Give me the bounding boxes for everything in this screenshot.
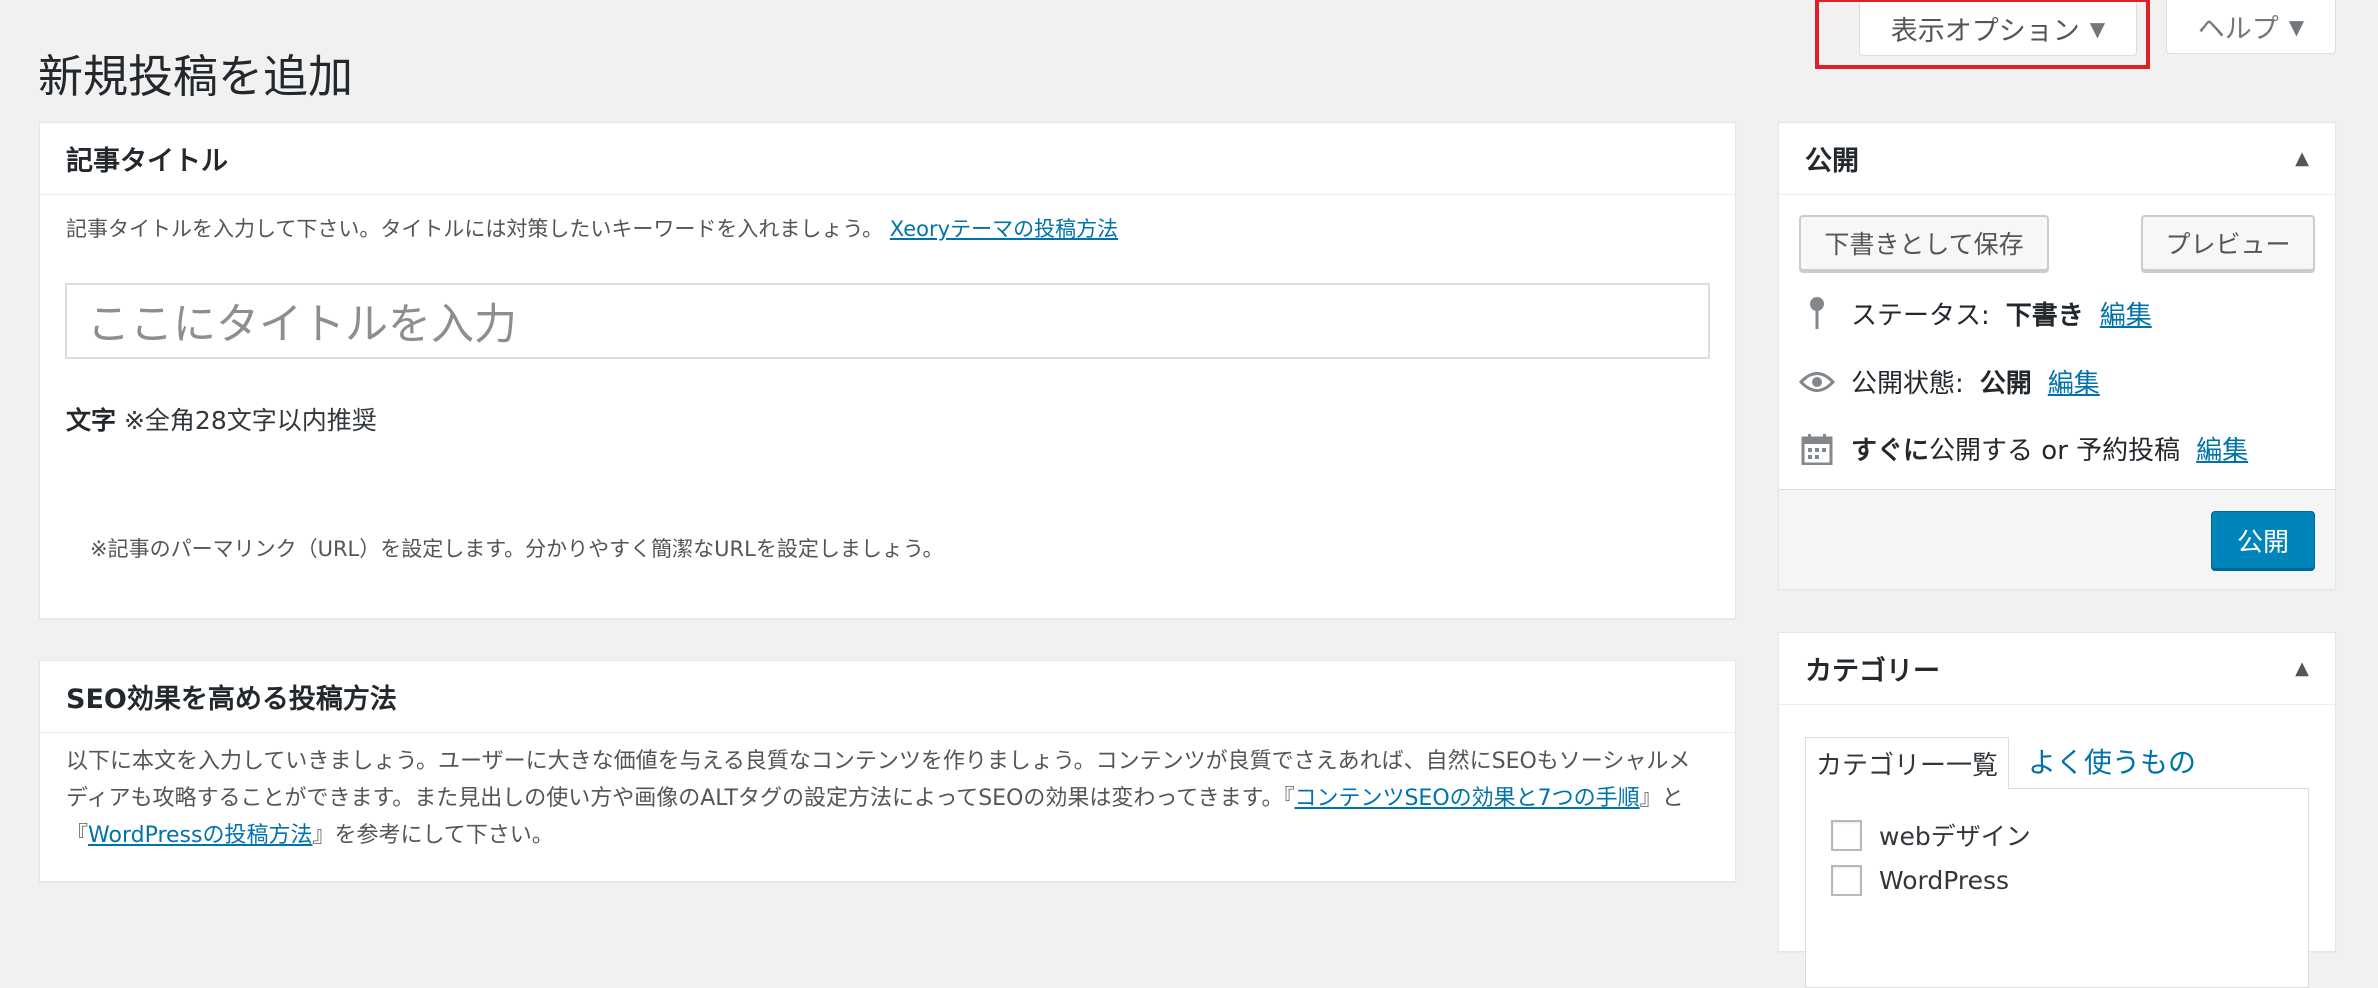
seo-description: 以下に本文を入力していきましょう。ユーザーに大きな価値を与える良質なコンテンツを…: [40, 733, 1735, 854]
category-postbox-header[interactable]: カテゴリー ▲: [1779, 633, 2335, 705]
pin-icon: [1799, 296, 1835, 331]
help-button[interactable]: ヘルプ ▼: [2166, 0, 2336, 54]
title-input[interactable]: ここにタイトルを入力: [65, 283, 1710, 359]
char-count-note: 文字 ※全角28文字以内推奨: [66, 401, 377, 437]
tab-popular-categories[interactable]: よく使うもの: [2028, 737, 2196, 785]
schedule-value: すぐに: [1851, 436, 1930, 466]
publish-postbox: 公開 ▲ 下書きとして保存 プレビュー ステータス: 下書き 編集 公開状態: …: [1778, 122, 2336, 590]
permalink-note: ※記事のパーマリンク（URL）を設定します。分かりやすく簡潔なURLを設定しまし…: [90, 537, 944, 561]
calendar-icon: [1799, 433, 1835, 465]
title-description: 記事タイトルを入力して下さい。タイトルには対策したいキーワードを入れましょう。 …: [40, 213, 1735, 243]
title-postbox-header[interactable]: 記事タイトル: [40, 123, 1735, 195]
char-note-text: ※全角28文字以内推奨: [123, 406, 377, 435]
status-label: ステータス:: [1851, 301, 1990, 331]
seo-postbox-header[interactable]: SEO効果を高める投稿方法: [40, 661, 1735, 733]
visibility-label: 公開状態:: [1851, 369, 1964, 399]
collapse-arrow-icon[interactable]: ▲: [2295, 148, 2309, 169]
category-label: WordPress: [1879, 866, 2010, 895]
visibility-row: 公開状態: 公開 編集: [1799, 363, 2100, 400]
category-label: webデザイン: [1879, 822, 2031, 851]
category-item[interactable]: webデザイン: [1831, 817, 2031, 853]
publish-footer: 公開: [1779, 489, 2335, 589]
category-postbox: カテゴリー ▲ カテゴリー一覧 よく使うもの webデザイン WordPress: [1778, 632, 2336, 988]
schedule-row: すぐに公開する or 予約投稿 編集: [1799, 430, 2248, 467]
visibility-value: 公開: [1979, 369, 2032, 399]
status-value: 下書き: [2005, 301, 2084, 331]
schedule-label: 公開する or 予約投稿: [1929, 436, 2181, 466]
title-input-placeholder: ここにタイトルを入力: [87, 300, 517, 350]
screen-options-highlight: 表示オプション ▼: [1815, 0, 2150, 69]
edit-schedule-link[interactable]: 編集: [2196, 430, 2248, 467]
seo-text-part3: 』を参考にして下さい。: [312, 823, 554, 848]
char-label: 文字: [66, 406, 117, 435]
publish-actions: 下書きとして保存 プレビュー: [1799, 215, 2315, 271]
caret-down-icon: ▼: [2288, 14, 2305, 39]
publish-postbox-heading: 公開: [1805, 146, 1859, 177]
title-postbox: 記事タイトル 記事タイトルを入力して下さい。タイトルには対策したいキーワードを入…: [39, 122, 1736, 619]
category-checkbox[interactable]: [1831, 865, 1862, 896]
category-checkbox[interactable]: [1831, 819, 1862, 851]
screen-options-label: 表示オプション: [1890, 16, 2080, 47]
screen-options-button[interactable]: 表示オプション ▼: [1859, 2, 2137, 56]
content-seo-link[interactable]: コンテンツSEOの効果と7つの手順: [1294, 786, 1639, 811]
xeory-howto-link[interactable]: Xeoryテーマの投稿方法: [890, 217, 1118, 241]
category-list: webデザイン WordPress: [1805, 788, 2309, 988]
title-description-text: 記事タイトルを入力して下さい。タイトルには対策したいキーワードを入れましょう。: [66, 217, 884, 241]
edit-status-link[interactable]: 編集: [2100, 295, 2152, 332]
preview-button[interactable]: プレビュー: [2141, 215, 2315, 271]
help-label: ヘルプ: [2197, 14, 2279, 45]
eye-icon: [1799, 371, 1835, 393]
caret-down-icon: ▼: [2089, 16, 2106, 41]
publish-postbox-header[interactable]: 公開 ▲: [1779, 123, 2335, 195]
category-tabs: カテゴリー一覧 よく使うもの: [1805, 737, 2309, 789]
wordpress-howto-link[interactable]: WordPressの投稿方法: [88, 823, 312, 848]
tab-all-categories[interactable]: カテゴリー一覧: [1805, 737, 2009, 789]
status-row: ステータス: 下書き 編集: [1799, 295, 2152, 332]
seo-postbox: SEO効果を高める投稿方法 以下に本文を入力していきましょう。ユーザーに大きな価…: [39, 660, 1736, 882]
screen-meta-links: 表示オプション ▼ ヘルプ ▼: [1815, 0, 2336, 69]
collapse-arrow-icon[interactable]: ▲: [2295, 658, 2309, 679]
edit-visibility-link[interactable]: 編集: [2048, 363, 2100, 400]
title-postbox-heading: 記事タイトル: [66, 146, 228, 177]
publish-button[interactable]: 公開: [2211, 511, 2315, 569]
schedule-text: すぐに公開する or 予約投稿: [1851, 430, 2180, 467]
category-item[interactable]: WordPress: [1831, 865, 2009, 896]
save-draft-button[interactable]: 下書きとして保存: [1799, 215, 2049, 271]
category-postbox-heading: カテゴリー: [1805, 656, 1940, 687]
page-title: 新規投稿を追加: [38, 50, 354, 103]
seo-postbox-heading: SEO効果を高める投稿方法: [66, 684, 397, 715]
